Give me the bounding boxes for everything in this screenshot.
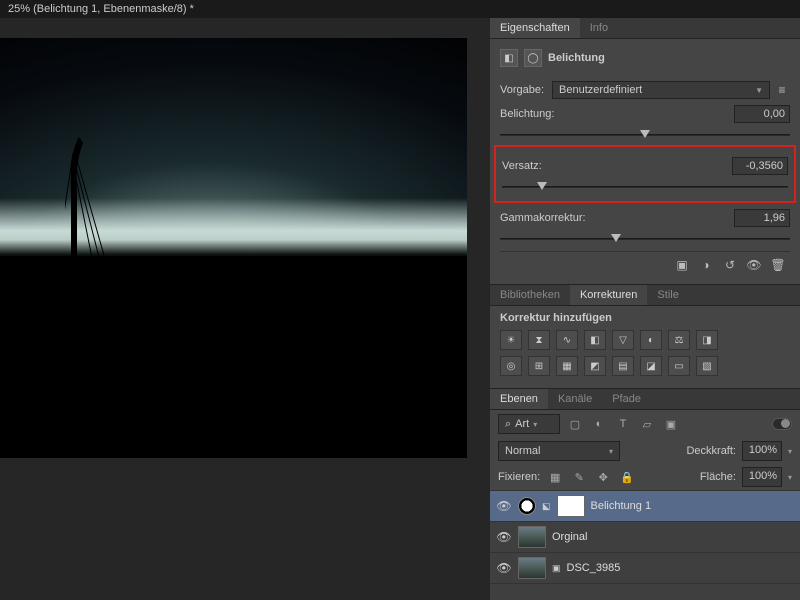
lock-paint-icon[interactable]: ✎ [570,469,588,485]
lock-label: Fixieren: [498,471,540,483]
color-balance-icon[interactable]: ⚖ [668,330,690,350]
layer-name[interactable]: Orginal [552,531,587,543]
lock-all-icon[interactable]: 🔒 [618,469,636,485]
adjustment-thumb-icon [518,497,536,515]
properties-heading: Belichtung [548,52,605,64]
tab-stile[interactable]: Stile [647,285,688,305]
chevron-down-icon: ▾ [533,420,537,429]
visibility-icon[interactable]: 👁 [746,258,762,272]
gradient-map-icon[interactable]: ▭ [668,356,690,376]
layer-name[interactable]: DSC_3985 [567,562,621,574]
exposure-label: Belichtung: [500,108,554,120]
exposure-slider[interactable] [500,129,790,141]
brightness-icon[interactable]: ☀ [500,330,522,350]
canvas-area [0,18,490,600]
reset-icon[interactable]: ↺ [722,258,738,272]
filter-shape-icon[interactable]: ▱ [638,416,656,432]
preset-dropdown[interactable]: Benutzerdefiniert ▼ [552,81,770,99]
exposure-icon[interactable]: ◧ [584,330,606,350]
chevron-down-icon[interactable]: ▾ [788,473,792,482]
chevron-down-icon: ▼ [755,86,763,95]
layer-thumb[interactable] [518,557,546,579]
layer-thumb[interactable] [518,526,546,548]
threshold-icon[interactable]: ◪ [640,356,662,376]
visibility-icon[interactable]: 👁 [496,529,512,545]
visibility-icon[interactable]: 👁 [496,498,512,514]
blend-mode-dropdown[interactable]: Normal ▾ [498,441,620,461]
selective-color-icon[interactable]: ▧ [696,356,718,376]
chevron-down-icon: ▾ [609,447,613,456]
blend-mode-value: Normal [505,445,540,457]
layer-list: 👁 ⬕ Belichtung 1 👁 Orginal 👁 ▣ DSC_3985 [490,491,800,600]
layer-row[interactable]: 👁 Orginal [490,522,800,553]
tab-info[interactable]: Info [580,18,618,38]
link-icon: ⬕ [542,501,551,512]
exposure-field[interactable]: 0,00 [734,105,790,123]
lock-position-icon[interactable]: ✥ [594,469,612,485]
gamma-field[interactable]: 1,96 [734,209,790,227]
bw-icon[interactable]: ◨ [696,330,718,350]
offset-highlight: Versatz: -0,3560 [494,145,796,203]
filter-smart-icon[interactable]: ▣ [662,416,680,432]
preset-value: Benutzerdefiniert [559,84,642,96]
tab-kanaele[interactable]: Kanäle [548,389,602,409]
trash-icon[interactable]: 🗑 [770,258,786,272]
adjustments-grid: ☀ ⧗ ∿ ◧ ▽ ◐ ⚖ ◨ ◎ ⊞ ▦ ◩ ▤ ◪ ▭ ▧ [500,330,790,376]
tab-korrekturen[interactable]: Korrekturen [570,285,647,305]
properties-tabs: Eigenschaften Info [490,18,800,39]
levels-icon[interactable]: ⧗ [528,330,550,350]
channel-mixer-icon[interactable]: ⊞ [528,356,550,376]
filter-label: Art [515,418,529,430]
lock-transparent-icon[interactable]: ▦ [546,469,564,485]
tab-ebenen[interactable]: Ebenen [490,389,548,409]
mask-thumb[interactable] [557,495,585,517]
tab-eigenschaften[interactable]: Eigenschaften [490,18,580,38]
invert-icon[interactable]: ◩ [584,356,606,376]
exposure-adj-icon: ◧ [500,49,518,67]
vibrance-icon[interactable]: ▽ [612,330,634,350]
layer-row[interactable]: 👁 ⬕ Belichtung 1 [490,491,800,522]
filter-toggle[interactable] [772,418,792,430]
offset-field[interactable]: -0,3560 [732,157,788,175]
opacity-field[interactable]: 100% [742,441,782,461]
layer-filter-dropdown[interactable]: ⌕ Art ▾ [498,414,560,434]
mask-icon: ◯ [524,49,542,67]
fill-field[interactable]: 100% [742,467,782,487]
layer-name[interactable]: Belichtung 1 [591,500,652,512]
filter-pixel-icon[interactable]: ▢ [566,416,584,432]
smart-object-icon: ▣ [552,563,561,574]
layer-row[interactable]: 👁 ▣ DSC_3985 [490,553,800,584]
search-icon: ⌕ [505,418,511,431]
document-title: 25% (Belichtung 1, Ebenenmaske/8) * [0,0,800,18]
visibility-icon[interactable]: 👁 [496,560,512,576]
preset-menu-icon[interactable]: ≡ [774,83,790,97]
fill-label: Fläche: [700,471,736,483]
gamma-slider[interactable] [500,233,790,245]
view-previous-icon[interactable]: ◑ [698,258,714,272]
color-lookup-icon[interactable]: ▦ [556,356,578,376]
tab-pfade[interactable]: Pfade [602,389,651,409]
curves-icon[interactable]: ∿ [556,330,578,350]
photo-filter-icon[interactable]: ◎ [500,356,522,376]
offset-slider[interactable] [502,181,788,193]
offset-label: Versatz: [502,160,542,172]
chevron-down-icon[interactable]: ▾ [788,447,792,456]
posterize-icon[interactable]: ▤ [612,356,634,376]
filter-type-icon[interactable]: T [614,416,632,432]
hue-sat-icon[interactable]: ◐ [640,330,662,350]
clip-to-layer-icon[interactable]: ▣ [674,258,690,272]
opacity-label: Deckkraft: [686,445,736,457]
tab-bibliotheken[interactable]: Bibliotheken [490,285,570,305]
adjustments-tabs: Bibliotheken Korrekturen Stile [490,285,800,306]
gamma-label: Gammakorrektur: [500,212,586,224]
filter-adjust-icon[interactable]: ◐ [590,416,608,432]
preset-label: Vorgabe: [500,84,544,96]
document-canvas[interactable] [0,38,467,458]
adjustments-heading: Korrektur hinzufügen [500,312,790,324]
layers-tabs: Ebenen Kanäle Pfade [490,389,800,410]
